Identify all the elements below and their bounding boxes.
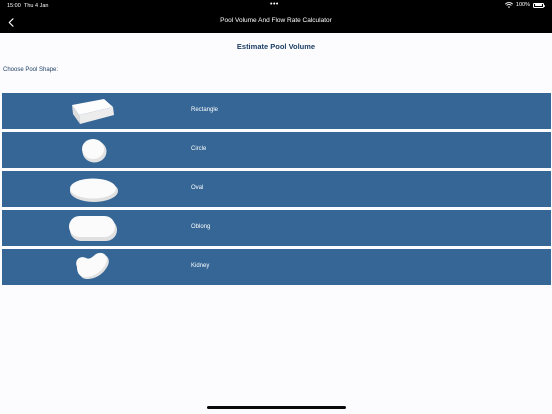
shape-row-oval[interactable]: Oval (2, 171, 551, 207)
navigation-bar: Pool Volume And Flow Rate Calculator (0, 12, 552, 33)
shape-row-kidney[interactable]: Kidney (2, 249, 551, 285)
shape-list: Rectangle Circle Oval Oblong Kidney (2, 93, 551, 288)
battery-icon (533, 2, 545, 8)
shape-name: Rectangle (191, 107, 219, 113)
wifi-icon (504, 2, 513, 8)
shape-name: Oblong (191, 224, 211, 230)
rectangle-pool-icon (62, 93, 128, 129)
shape-name: Oval (191, 185, 204, 191)
shape-name: Kidney (191, 263, 210, 269)
nav-title: Pool Volume And Flow Rate Calculator (220, 17, 332, 24)
battery-percentage: 100% (515, 2, 530, 8)
shape-row-rectangle[interactable]: Rectangle (2, 93, 551, 129)
oval-pool-icon (62, 171, 128, 207)
multitasking-dots[interactable]: ••• (270, 1, 279, 9)
kidney-pool-icon (62, 249, 128, 285)
oblong-pool-icon (62, 210, 128, 246)
status-time: 15:00 (7, 3, 21, 9)
screen: 15:00 Thu 4 Jan ••• 100% Pool Volume And… (0, 0, 552, 414)
shape-row-circle[interactable]: Circle (2, 132, 551, 168)
status-date: Thu 4 Jan (24, 3, 49, 9)
choose-shape-label: Choose Pool Shape: (3, 67, 59, 73)
status-bar: 15:00 Thu 4 Jan ••• 100% (0, 0, 552, 12)
circle-pool-icon (62, 132, 128, 168)
shape-row-oblong[interactable]: Oblong (2, 210, 551, 246)
home-indicator[interactable] (207, 406, 346, 409)
page-title: Estimate Pool Volume (236, 42, 316, 51)
shape-name: Circle (191, 146, 207, 152)
status-right: 100% (504, 2, 545, 8)
